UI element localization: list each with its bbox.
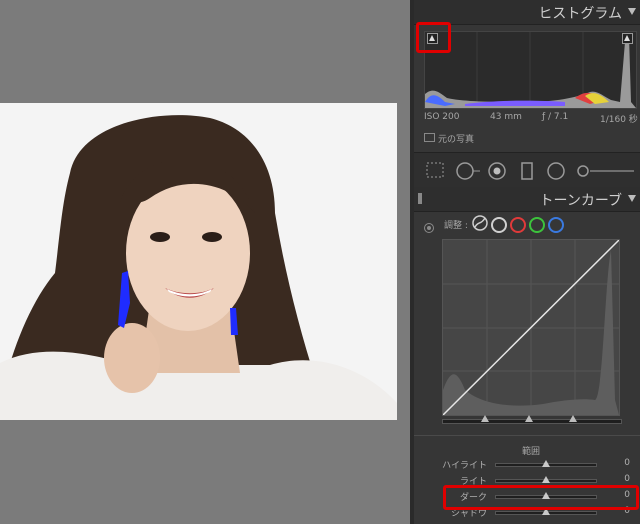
- curve-svg: [442, 239, 620, 416]
- target-adjust-icon[interactable]: [424, 223, 434, 233]
- tone-curve-header[interactable]: トーンカーブ: [414, 187, 640, 212]
- radial-filter-icon[interactable]: [546, 162, 566, 180]
- split-point-mid-handle[interactable]: [525, 415, 533, 422]
- point-curve-icon[interactable]: [472, 215, 488, 231]
- portrait-image: [0, 103, 397, 420]
- range-label: 範囲: [521, 447, 540, 457]
- rgb-channel-button[interactable]: [491, 217, 507, 233]
- shutter-speed: 1/160 秒: [600, 115, 638, 125]
- green-channel-button[interactable]: [529, 217, 545, 233]
- original-photo-label: 元の写真: [438, 135, 475, 145]
- adjust-label: 調整 :: [444, 221, 468, 231]
- slider-highlights[interactable]: ハイライト 0: [414, 457, 640, 471]
- highlight-clipping-toggle[interactable]: [622, 33, 633, 44]
- red-eye-icon[interactable]: [488, 162, 506, 180]
- slider-label: ハイライト: [442, 461, 487, 471]
- slider-thumb[interactable]: [542, 476, 550, 483]
- histogram-title: ヒストグラム: [538, 6, 622, 22]
- focal-length: 43 mm: [490, 112, 522, 122]
- split-point-shadow-handle[interactable]: [481, 415, 489, 422]
- darks-highlight-box: [443, 485, 639, 510]
- crop-overlay-icon[interactable]: [426, 162, 444, 178]
- iso-value: ISO 200: [424, 112, 460, 122]
- graduated-filter-icon[interactable]: [520, 162, 534, 180]
- slider-value[interactable]: 0: [624, 458, 630, 468]
- section-separator: [414, 435, 640, 436]
- photo-canvas: [0, 0, 410, 524]
- slider-thumb[interactable]: [542, 460, 550, 467]
- blue-channel-button[interactable]: [548, 217, 564, 233]
- spot-removal-icon[interactable]: [456, 162, 482, 180]
- aperture-value: ƒ / 7.1: [542, 112, 569, 122]
- right-panel: ヒストグラム ISO 200 43 mm ƒ / 7.1 1/160 秒 元の写…: [414, 0, 640, 524]
- tone-curve-title: トーンカーブ: [539, 193, 622, 209]
- tone-curve-graph[interactable]: [442, 239, 620, 416]
- shadow-clip-highlight-box: [416, 22, 451, 53]
- triangle-up-icon: [624, 35, 630, 41]
- target-dot: [427, 226, 431, 230]
- histogram-display: [424, 31, 637, 109]
- photo-preview[interactable]: [0, 103, 397, 420]
- split-point-highlight-handle[interactable]: [569, 415, 577, 422]
- adjustment-brush-icon[interactable]: [576, 162, 636, 180]
- collapse-triangle-icon[interactable]: [628, 8, 636, 15]
- red-channel-button[interactable]: [510, 217, 526, 233]
- collapse-triangle-icon[interactable]: [628, 195, 636, 202]
- panel-switch-icon[interactable]: [418, 193, 422, 204]
- original-photo-checkbox[interactable]: [424, 133, 435, 142]
- histogram-graph: [425, 32, 636, 108]
- tool-strip: [414, 152, 640, 188]
- slider-value[interactable]: 0: [624, 474, 630, 484]
